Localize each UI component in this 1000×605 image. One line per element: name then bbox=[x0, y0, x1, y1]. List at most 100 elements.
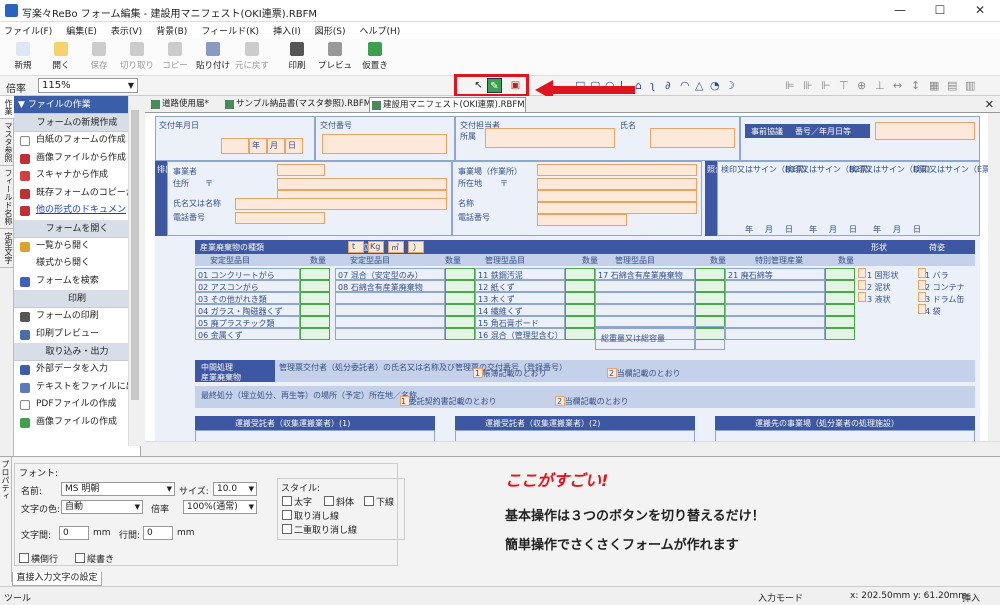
panel-item[interactable]: 印刷プレビュー bbox=[14, 326, 140, 344]
zoom-select[interactable]: 115% ▼ bbox=[38, 78, 138, 93]
canvas-scrollbar[interactable] bbox=[145, 441, 1000, 453]
ungroup-icon[interactable]: ▤ bbox=[947, 79, 957, 92]
form-cell[interactable] bbox=[277, 164, 325, 176]
font-name-select[interactable]: MS 明朝 ▼ bbox=[61, 482, 175, 496]
form-cell[interactable] bbox=[875, 122, 975, 140]
form-cell[interactable] bbox=[300, 268, 330, 280]
panel-item[interactable]: PDFファイルの作成 bbox=[14, 396, 140, 414]
form-cell[interactable] bbox=[918, 304, 926, 314]
form-cell[interactable] bbox=[825, 292, 855, 304]
align-top-icon[interactable]: ⊤ bbox=[839, 79, 849, 92]
form-cell[interactable] bbox=[565, 268, 595, 280]
align-left-icon[interactable]: ⊫ bbox=[785, 79, 795, 92]
property-tab[interactable]: 直接入力文字の設定 bbox=[12, 572, 102, 586]
toolbar-button-7[interactable]: 印刷 bbox=[278, 41, 316, 71]
arc-icon[interactable]: ◠ bbox=[680, 79, 690, 92]
form-cell[interactable] bbox=[485, 128, 615, 148]
form-canvas[interactable]: 交付年月日 交付番号 交付担当者 所属 氏名年月日事前協議 番号／年月日等 排出事業者 事業者… bbox=[145, 113, 988, 450]
moon-icon[interactable]: ☽ bbox=[725, 79, 735, 92]
align-right-icon[interactable]: ⊩ bbox=[821, 79, 831, 92]
form-cell[interactable] bbox=[348, 241, 364, 253]
size-select[interactable]: 10.0 ▼ bbox=[213, 482, 257, 496]
form-cell[interactable] bbox=[445, 292, 475, 304]
menu-help[interactable]: ヘルプ(H) bbox=[360, 24, 401, 37]
form-cell[interactable] bbox=[565, 316, 595, 328]
underline-checkbox[interactable]: 下線 bbox=[364, 495, 394, 508]
form-cell[interactable] bbox=[695, 268, 725, 280]
pie-icon[interactable]: ◔ bbox=[710, 79, 720, 92]
char-spacing-input[interactable]: 0 bbox=[59, 526, 89, 540]
form-cell[interactable] bbox=[277, 178, 447, 190]
menu-edit[interactable]: 編集(E) bbox=[66, 24, 97, 37]
same-width-icon[interactable]: ↔ bbox=[893, 79, 902, 92]
form-cell[interactable] bbox=[300, 304, 330, 316]
tab-road-permit[interactable]: 道路使用届* bbox=[149, 97, 209, 112]
color-select[interactable]: 自動 ▼ bbox=[61, 500, 143, 514]
curve-icon[interactable]: ʅ bbox=[650, 79, 655, 92]
form-cell[interactable] bbox=[537, 178, 697, 190]
panel-item[interactable]: スキャナから作成 bbox=[14, 167, 140, 185]
order-icon[interactable]: ▥ bbox=[965, 79, 975, 92]
menu-view[interactable]: 表示(V) bbox=[111, 24, 142, 37]
form-cell[interactable] bbox=[322, 134, 447, 154]
form-cell[interactable] bbox=[565, 280, 595, 292]
form-cell[interactable] bbox=[695, 304, 725, 316]
vertical-checkbox[interactable]: 縦書き bbox=[75, 552, 114, 565]
toolbar-button-6[interactable]: 元に戻す bbox=[233, 41, 271, 71]
align-center-icon[interactable]: ⊪ bbox=[803, 79, 813, 92]
form-cell[interactable] bbox=[537, 214, 627, 226]
same-height-icon[interactable]: ↕ bbox=[911, 79, 920, 92]
form-cell[interactable] bbox=[695, 292, 725, 304]
form-cell[interactable] bbox=[565, 328, 595, 340]
form-cell[interactable] bbox=[825, 304, 855, 316]
close-tab-icon[interactable]: ✕ bbox=[985, 98, 994, 111]
align-bottom-icon[interactable]: ⊥ bbox=[875, 79, 885, 92]
panel-item[interactable]: 白紙のフォームの作成 bbox=[14, 132, 140, 150]
panel-item[interactable]: 他の形式のドキュメン bbox=[14, 202, 140, 220]
form-cell[interactable] bbox=[445, 328, 475, 340]
toolbar-button-1[interactable]: 開く bbox=[42, 41, 80, 71]
form-cell[interactable] bbox=[825, 268, 855, 280]
form-cell[interactable] bbox=[918, 292, 926, 302]
bold-checkbox[interactable]: 太字 bbox=[282, 495, 312, 508]
form-cell[interactable] bbox=[235, 212, 325, 224]
menu-shape[interactable]: 図形(S) bbox=[315, 24, 346, 37]
toolbar-button-9[interactable]: 仮置き bbox=[356, 41, 394, 71]
menu-insert[interactable]: 挿入(I) bbox=[273, 24, 301, 37]
form-cell[interactable] bbox=[235, 198, 447, 210]
form-cell[interactable] bbox=[858, 280, 866, 290]
menu-field[interactable]: フィールド(K) bbox=[201, 24, 259, 37]
panel-item[interactable]: フォームを検索 bbox=[14, 273, 140, 291]
form-cell[interactable] bbox=[695, 280, 725, 292]
tab-manifest[interactable]: 建設用マニフェスト(OKI連票).RBFM bbox=[369, 97, 526, 112]
scroll-thumb[interactable] bbox=[131, 110, 139, 400]
form-cell[interactable] bbox=[565, 292, 595, 304]
form-cell[interactable] bbox=[825, 328, 855, 340]
form-cell[interactable] bbox=[537, 190, 697, 202]
form-cell[interactable] bbox=[918, 280, 926, 290]
form-cell[interactable] bbox=[300, 292, 330, 304]
tab-sample-invoice[interactable]: サンプル納品書(マスタ参照).RBFM bbox=[223, 97, 371, 112]
toolbar-button-4[interactable]: コピー bbox=[156, 41, 194, 71]
panel-item[interactable]: 既存フォームのコピーか bbox=[14, 185, 140, 203]
panel-item[interactable]: フォームの印刷 bbox=[14, 308, 140, 326]
form-cell[interactable] bbox=[650, 128, 735, 148]
form-cell[interactable] bbox=[537, 164, 697, 176]
maximize-button[interactable]: ☐ bbox=[920, 3, 960, 17]
form-cell[interactable] bbox=[918, 268, 926, 278]
form-cell[interactable] bbox=[825, 316, 855, 328]
form-cell[interactable] bbox=[858, 268, 866, 278]
form-cell[interactable] bbox=[221, 138, 249, 154]
form-cell[interactable] bbox=[565, 304, 595, 316]
group-icon[interactable]: ▦ bbox=[929, 79, 939, 92]
side-tab-fixed-text[interactable]: 定型文字 bbox=[0, 229, 14, 268]
toolbar-button-0[interactable]: 新規 bbox=[4, 41, 42, 71]
panel-item[interactable]: 画像ファイルから作成 bbox=[14, 150, 140, 168]
toolbar-button-2[interactable]: 保存 bbox=[80, 41, 118, 71]
toolbar-button-3[interactable]: 切り取り bbox=[118, 41, 156, 71]
form-cell[interactable] bbox=[300, 280, 330, 292]
side-tab-work[interactable]: 作業 bbox=[0, 96, 14, 119]
form-cell[interactable] bbox=[445, 268, 475, 280]
ratio-select[interactable]: 100%(通常) ▼ bbox=[183, 500, 257, 514]
side-tab-field-names[interactable]: フィールド名称 bbox=[0, 166, 14, 229]
